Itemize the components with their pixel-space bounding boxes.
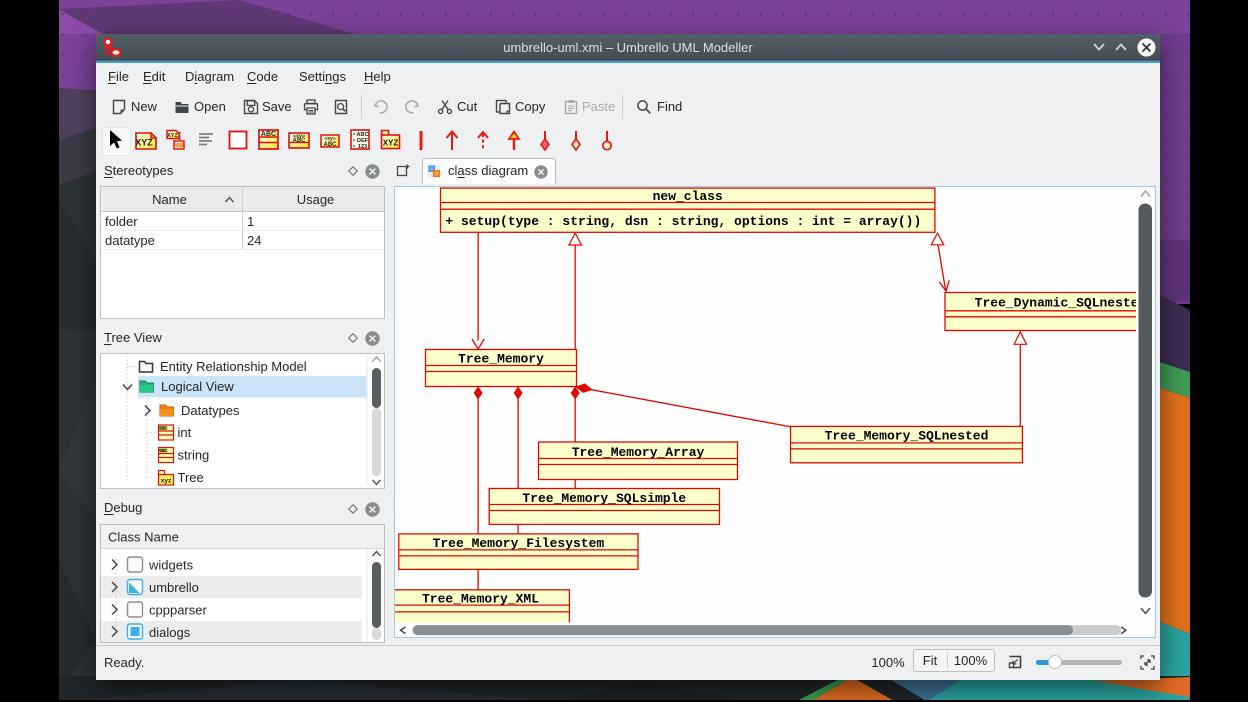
svg-text:Tree_Memory: Tree_Memory bbox=[458, 351, 544, 366]
svg-text:umbrello: umbrello bbox=[149, 580, 199, 595]
svg-text:new_class: new_class bbox=[652, 189, 722, 204]
svg-text:widgets: widgets bbox=[148, 558, 194, 573]
svg-text:XYZ: XYZ bbox=[135, 138, 153, 148]
svg-text:ABC: ABC bbox=[324, 142, 338, 148]
svg-text:ABC: ABC bbox=[261, 131, 276, 138]
svg-text:Tree_Memory_SQLsimple: Tree_Memory_SQLsimple bbox=[522, 491, 686, 506]
svg-text:Logical View: Logical View bbox=[161, 379, 234, 394]
svg-text:ABC: ABC bbox=[293, 138, 307, 144]
svg-text:Tree_Memory_XML: Tree_Memory_XML bbox=[421, 591, 538, 606]
svg-text:Tree: Tree bbox=[178, 470, 204, 485]
svg-text:int: int bbox=[178, 425, 192, 440]
svg-text:Tree_Memory_Array: Tree_Memory_Array bbox=[571, 445, 704, 460]
svg-text:Tree_Memory_Filesystem: Tree_Memory_Filesystem bbox=[432, 536, 604, 551]
svg-text:+ setup(type : string, dsn : s: + setup(type : string, dsn : string, opt… bbox=[445, 214, 921, 229]
svg-text:Tree_Memory_SQLnested: Tree_Memory_SQLnested bbox=[824, 428, 988, 443]
svg-text:dialogs: dialogs bbox=[149, 625, 191, 640]
svg-text:Entity Relationship Model: Entity Relationship Model bbox=[160, 359, 307, 374]
svg-text:string: string bbox=[178, 448, 210, 463]
svg-text:xyz: xyz bbox=[161, 478, 172, 485]
svg-text:cppparser: cppparser bbox=[149, 603, 207, 618]
svg-text:ABC: ABC bbox=[158, 426, 168, 431]
svg-text:ABC: ABC bbox=[158, 448, 168, 453]
svg-text:123: 123 bbox=[358, 144, 367, 150]
svg-text:Class Name: Class Name bbox=[108, 530, 179, 545]
svg-text:Tree_Dynamic_SQLnested: Tree_Dynamic_SQLnested bbox=[974, 295, 1146, 310]
svg-text:XYZ: XYZ bbox=[383, 139, 399, 148]
svg-text:Datatypes: Datatypes bbox=[181, 403, 240, 418]
